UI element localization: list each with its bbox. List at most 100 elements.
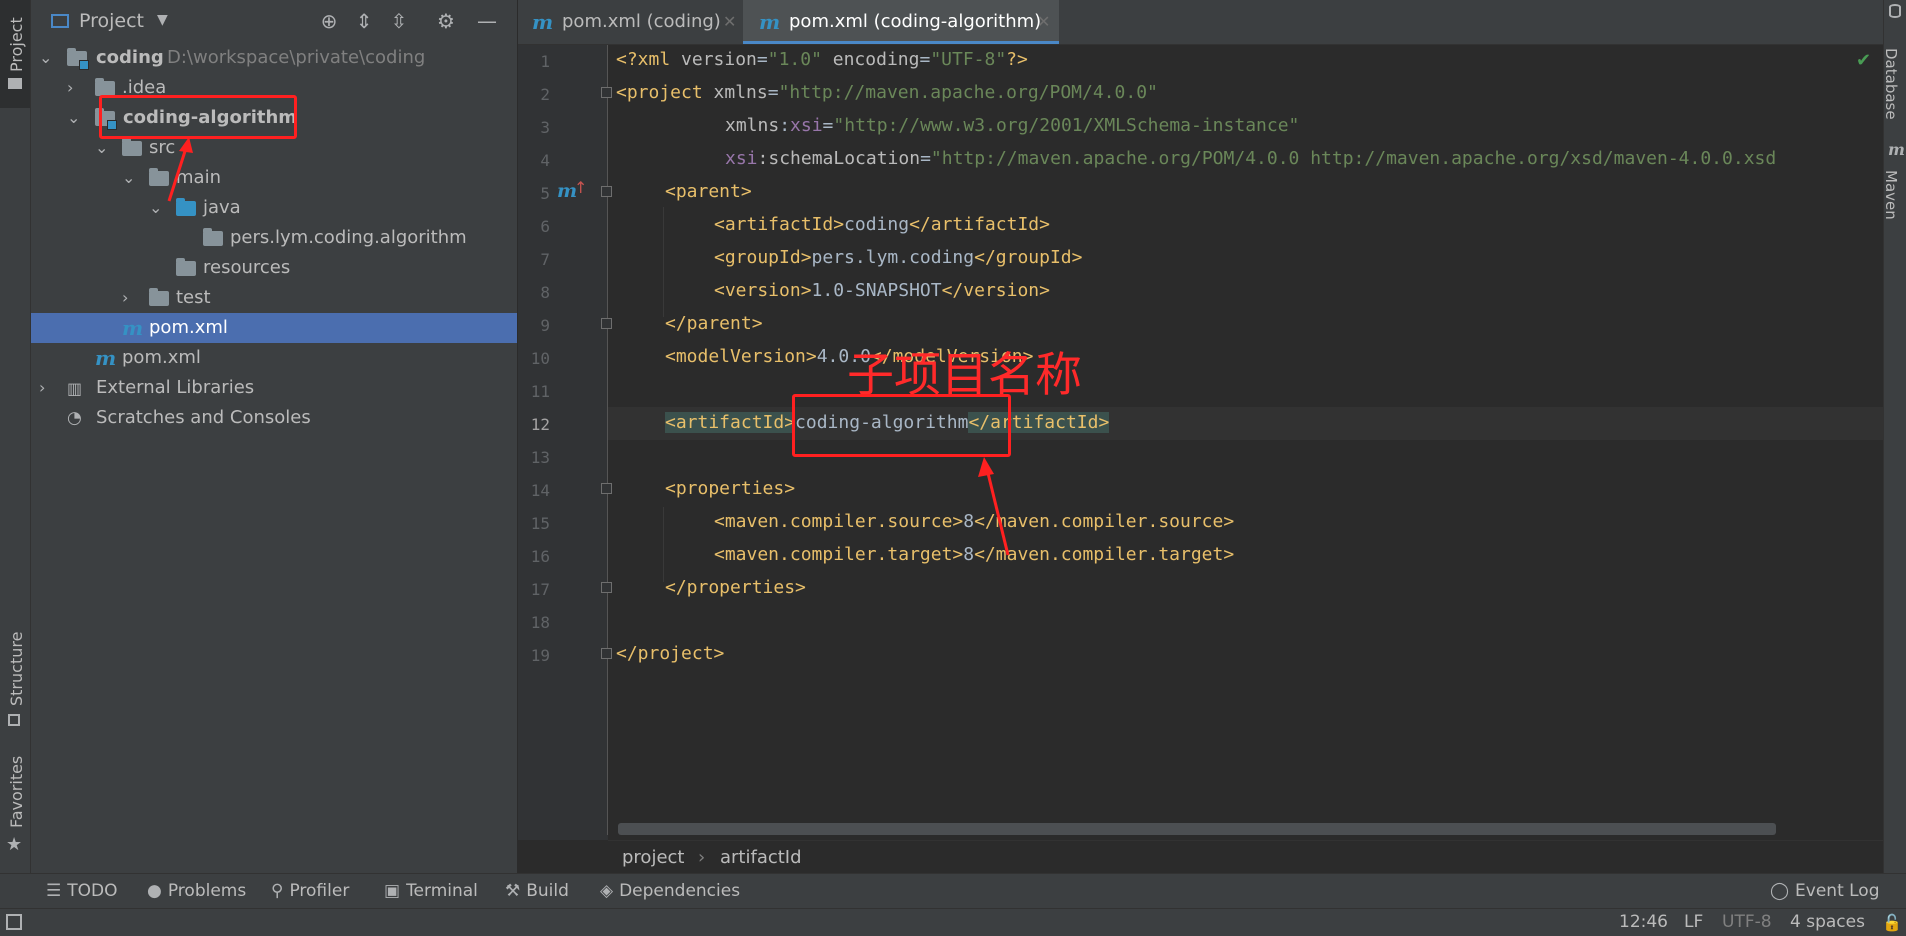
build-button[interactable]: ⚒ Build [505,874,569,909]
chevron-right-icon[interactable]: › [67,73,83,103]
fold-marker-icon[interactable] [601,87,612,98]
database-tool-tab[interactable]: Database [1882,0,1906,130]
line-number: 4 [540,151,550,170]
tab-label: pom.xml (coding) [562,11,721,32]
caret-position[interactable]: 12:46 [1619,909,1668,936]
code-line-3: xmlns:xsi="http://www.w3.org/2001/XMLSch… [725,115,1300,136]
project-panel-title[interactable]: Project [79,10,144,32]
maven-file-icon: m [759,10,781,34]
fold-marker-icon[interactable] [601,648,612,659]
tree-item-resources[interactable]: resources [31,253,517,283]
tab-pom-coding-algorithm[interactable]: m pom.xml (coding-algorithm) ✕ [743,0,1059,44]
tree-item-package[interactable]: pers.lym.coding.algorithm [31,223,517,253]
line-number: 10 [530,349,550,368]
breadcrumb-item-artifactid[interactable]: artifactId [720,841,802,874]
tree-item-label: Scratches and Consoles [96,407,311,428]
favorites-tool-tab[interactable]: Favorites ★ [0,756,30,860]
maven-tool-tab[interactable]: Maven m [1882,140,1906,240]
fold-marker-icon[interactable] [601,483,612,494]
project-panel: Project ▼ ⊕ ⇕ ⇳ ⚙ — ⌄ coding D:\workspac… [31,0,518,873]
tree-item-label: java [203,197,241,218]
structure-tool-tab[interactable]: Structure [0,630,30,730]
chevron-down-icon[interactable]: ⌄ [39,43,55,73]
line-number: 2 [540,85,550,104]
chevron-down-icon[interactable]: ⌄ [122,163,138,193]
tree-item-pom-root[interactable]: m pom.xml [31,343,517,373]
tree-item-label: External Libraries [96,377,255,398]
tree-item-label: test [176,287,211,308]
library-icon: ▥ [67,379,83,398]
indent-setting[interactable]: 4 spaces [1790,909,1865,936]
check-icon[interactable]: ✔ [1856,50,1871,71]
code-line-14: <properties> [665,478,796,499]
layers-icon: ◈ [600,881,614,901]
code-line-19: </project> [616,643,725,664]
terminal-icon: ▣ [384,881,401,901]
close-tab-icon[interactable]: ✕ [1037,0,1050,44]
chevron-right-icon[interactable]: › [39,373,55,403]
breadcrumb-item-project[interactable]: project [622,841,684,874]
code-line-7: <groupId>pers.lym.coding</groupId> [714,247,1083,268]
file-encoding[interactable]: UTF-8 [1722,909,1772,936]
status-bar: 12:46 LF UTF-8 4 spaces 🔓 [0,908,1906,936]
tab-pom-coding[interactable]: m pom.xml (coding) ✕ [518,0,743,44]
tool-windows-toggle-icon[interactable] [6,914,22,930]
annotation-box-module [99,95,297,139]
fold-marker-icon[interactable] [601,186,612,197]
tree-item-pom-module[interactable]: m pom.xml [31,313,517,343]
locate-icon[interactable]: ⊕ [318,10,340,32]
expand-all-icon[interactable]: ⇕ [353,10,375,32]
close-tab-icon[interactable]: ✕ [723,0,736,44]
lock-icon[interactable]: 🔓 [1882,909,1902,936]
terminal-button[interactable]: ▣ Terminal [384,874,478,909]
tree-item-label: coding [96,47,164,68]
breadcrumb: project › artifactId [608,840,1883,874]
project-tool-label: Project [7,17,26,72]
view-dropdown-chevron-icon[interactable]: ▼ [157,12,168,28]
chevron-right-icon[interactable]: › [122,283,138,313]
code-line-1: <?xml version="1.0" encoding="UTF-8"?> [616,49,1028,70]
tree-item-main[interactable]: ⌄ main [31,163,517,193]
line-separator[interactable]: LF [1684,909,1703,936]
annotation-box-artifact [792,394,1011,457]
dependencies-button[interactable]: ◈ Dependencies [600,874,740,909]
profiler-button[interactable]: ⚲ Profiler [271,874,349,909]
tree-item-java[interactable]: ⌄ java [31,193,517,223]
line-number: 18 [530,613,550,632]
maven-tool-label: Maven [1882,170,1900,220]
line-number: 16 [530,547,550,566]
line-number: 6 [540,217,550,236]
indent-guide [663,207,664,317]
line-number: 14 [530,481,550,500]
gear-icon[interactable]: ⚙ [435,10,457,32]
collapse-all-icon[interactable]: ⇳ [388,10,410,32]
tree-item-coding[interactable]: ⌄ coding D:\workspace\private\coding [31,43,517,73]
line-number-current: 12 [530,415,550,434]
code-line-2: <project xmlns="http://maven.apache.org/… [616,82,1158,103]
tree-item-test[interactable]: › test [31,283,517,313]
event-log-icon: ◯ [1770,881,1790,901]
star-icon: ★ [6,834,23,855]
project-panel-header: Project ▼ ⊕ ⇕ ⇳ ⚙ — [31,0,517,44]
favorites-tool-label: Favorites [7,755,26,828]
database-tool-label: Database [1882,48,1900,120]
project-view-icon [51,14,69,28]
tree-item-external-libraries[interactable]: › ▥ External Libraries [31,373,517,403]
project-tool-tab[interactable]: Project [0,0,30,108]
hammer-icon: ⚒ [505,881,521,901]
minimize-icon[interactable]: — [476,10,498,32]
tree-item-scratches[interactable]: ◔ Scratches and Consoles [31,403,517,433]
event-log-button[interactable]: ◯ Event Log [1770,874,1880,909]
chevron-down-icon[interactable]: ⌄ [67,103,83,133]
todo-button[interactable]: ☰ TODO [46,874,118,909]
problems-button[interactable]: ● Problems [147,874,246,909]
fold-marker-icon[interactable] [601,318,612,329]
line-number: 15 [530,514,550,533]
fold-marker-icon[interactable] [601,582,612,593]
code-line-6: <artifactId>coding</artifactId> [714,214,1050,235]
folder-icon [149,288,169,306]
horizontal-scrollbar[interactable] [618,823,1776,835]
line-number: 5 [540,184,550,203]
line-number: 19 [530,646,550,665]
navigate-up-arrow-icon[interactable]: ↑ [574,178,587,197]
